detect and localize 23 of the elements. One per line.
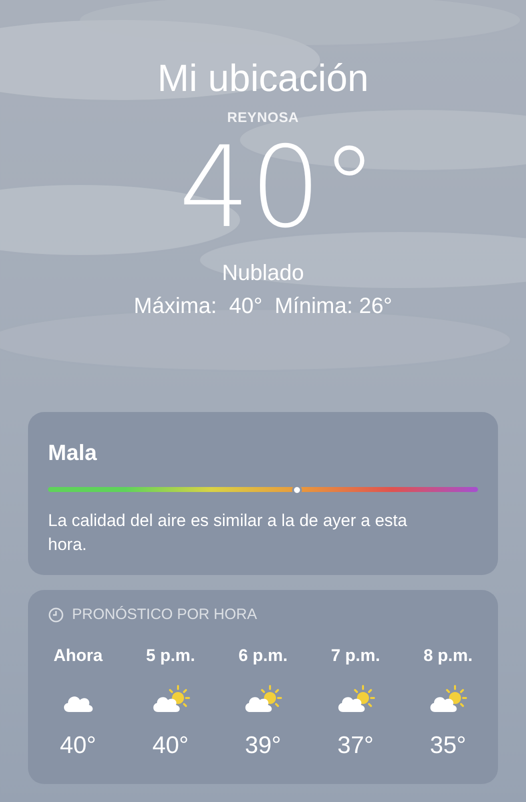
hour-temperature: 40° (60, 731, 96, 761)
city-name: REYNOSA (227, 108, 299, 127)
hourly-forecast-title: PRONÓSTICO POR HORA (72, 605, 258, 625)
location-title: Mi ubicación (157, 57, 369, 102)
current-temperature: 40° (178, 132, 378, 244)
air-quality-description: La calidad del aire es similar a la de ayer a esta hora. (48, 510, 408, 556)
weather-condition: Nublado (222, 259, 304, 287)
hour-label: 6 p.m. (238, 644, 288, 666)
hour-label: 7 p.m. (330, 644, 380, 666)
partly-sunny-icon (428, 684, 468, 714)
hour-temperature: 35° (430, 731, 466, 761)
partly-sunny-icon (336, 684, 376, 714)
hour-temperature: 40° (152, 731, 189, 761)
hour-label: 5 p.m. (146, 644, 196, 666)
hour-temperature: 37° (337, 731, 374, 761)
hour-temperature: 39° (244, 731, 282, 761)
partly-sunny-icon (150, 684, 190, 714)
hour-label: 8 p.m. (423, 644, 473, 666)
partly-sunny-icon (243, 684, 283, 714)
clock-icon (48, 607, 64, 624)
air-quality-label: Mala (48, 439, 98, 467)
high-low-temperature: Máxima: 40° Mínima: 26° (134, 292, 392, 320)
hour-label: Ahora (53, 644, 103, 666)
